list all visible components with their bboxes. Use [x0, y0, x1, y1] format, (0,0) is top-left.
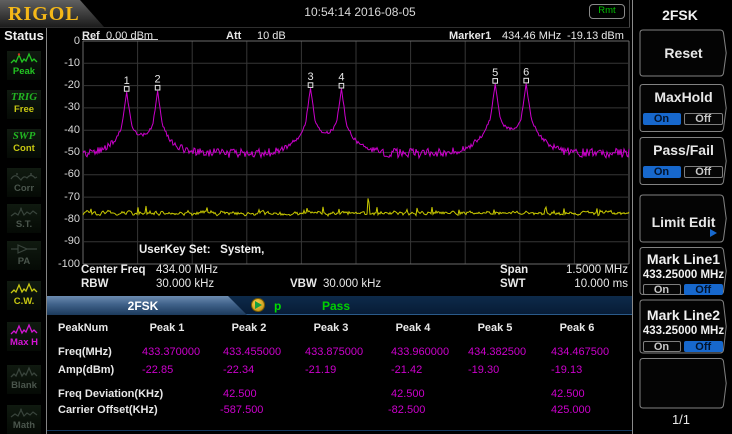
svg-text:4: 4 [338, 72, 344, 84]
svg-text:2: 2 [155, 74, 161, 86]
svg-text:5: 5 [492, 67, 498, 79]
svg-text:1: 1 [124, 75, 130, 87]
svg-text:6: 6 [523, 67, 529, 79]
svg-text:3: 3 [307, 71, 313, 83]
